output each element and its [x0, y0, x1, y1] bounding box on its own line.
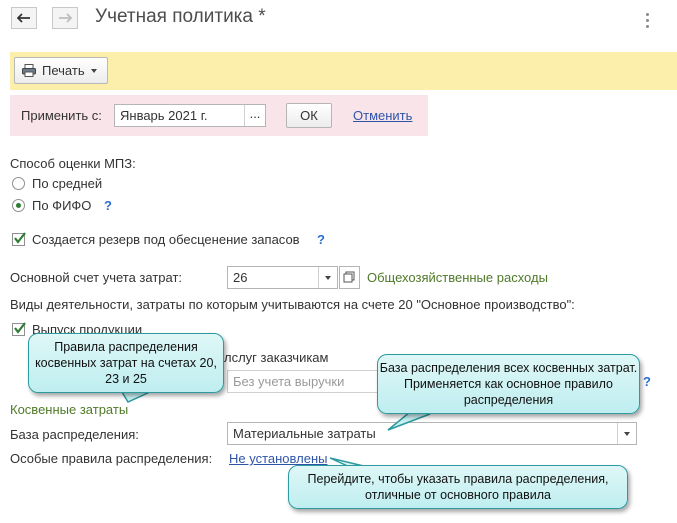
cost-account-field[interactable]: 26: [227, 266, 338, 289]
arrow-left-icon: [17, 13, 30, 23]
open-account-button[interactable]: [339, 266, 360, 289]
chevron-down-icon[interactable]: [318, 267, 337, 288]
callout-special-rules: Перейдите, чтобы указать правила распред…: [288, 465, 628, 509]
apply-date-bar: Применить с: Январь 2021 г. ... ОК Отмен…: [10, 95, 428, 136]
ok-button[interactable]: ОК: [286, 103, 332, 128]
services-label: лслуг заказчикам: [224, 350, 329, 365]
callout-indirect-rules: Правила распределения косвенных затрат н…: [28, 333, 224, 393]
command-bar: Печать: [10, 52, 677, 90]
checkmark-icon: [14, 322, 26, 334]
forward-button[interactable]: [52, 7, 78, 29]
special-rules-label: Особые правила распределения:: [10, 451, 213, 466]
select-period-button[interactable]: ...: [244, 105, 265, 126]
reserve-label: Создается резерв под обесценение запасов: [32, 232, 300, 247]
reserve-checkbox[interactable]: [12, 232, 26, 246]
reserve-help-icon[interactable]: ?: [317, 232, 325, 247]
distribution-base-label: База распределения:: [10, 427, 139, 442]
radio-average[interactable]: [12, 177, 25, 190]
apply-date-value: Январь 2021 г.: [120, 108, 208, 123]
print-button[interactable]: Печать: [14, 57, 108, 84]
back-button[interactable]: [11, 7, 37, 29]
radio-fifo-label: По ФИФО: [32, 198, 92, 213]
page-title: Учетная политика *: [95, 6, 266, 27]
open-icon: [343, 271, 355, 283]
valuation-label: Способ оценки МПЗ:: [10, 156, 136, 171]
arrow-right-icon: [59, 13, 72, 23]
revenue-field[interactable]: Без учета выручки: [227, 370, 385, 393]
more-menu-icon[interactable]: [646, 13, 649, 31]
special-rules-link[interactable]: Не установлены: [229, 451, 327, 466]
apply-from-label: Применить с:: [21, 108, 102, 123]
printer-icon: [22, 64, 36, 77]
valuation-help-icon[interactable]: ?: [104, 198, 112, 213]
cost-account-description[interactable]: Общехозяйственные расходы: [367, 270, 548, 285]
print-label: Печать: [42, 63, 85, 78]
cost-account-value: 26: [233, 270, 248, 285]
radio-average-label: По средней: [32, 176, 103, 191]
indirect-section-title: Косвенные затраты: [10, 402, 129, 417]
activities-label: Виды деятельности, затраты по которым уч…: [10, 297, 575, 312]
callout-distribution-base: База распределения всех косвенных затрат…: [377, 354, 640, 414]
distribution-base-value: Материальные затраты: [233, 426, 376, 441]
activities-help-icon[interactable]: ?: [643, 374, 651, 389]
cost-account-label: Основной счет учета затрат:: [10, 270, 183, 285]
cancel-link[interactable]: Отменить: [353, 108, 412, 123]
chevron-down-icon: [90, 68, 97, 73]
checkmark-icon: [14, 232, 26, 244]
distribution-base-field[interactable]: Материальные затраты: [227, 422, 637, 445]
apply-date-field[interactable]: Январь 2021 г. ...: [114, 104, 266, 127]
radio-fifo[interactable]: [12, 199, 25, 212]
production-checkbox[interactable]: [12, 322, 26, 336]
chevron-down-icon[interactable]: [617, 423, 636, 444]
